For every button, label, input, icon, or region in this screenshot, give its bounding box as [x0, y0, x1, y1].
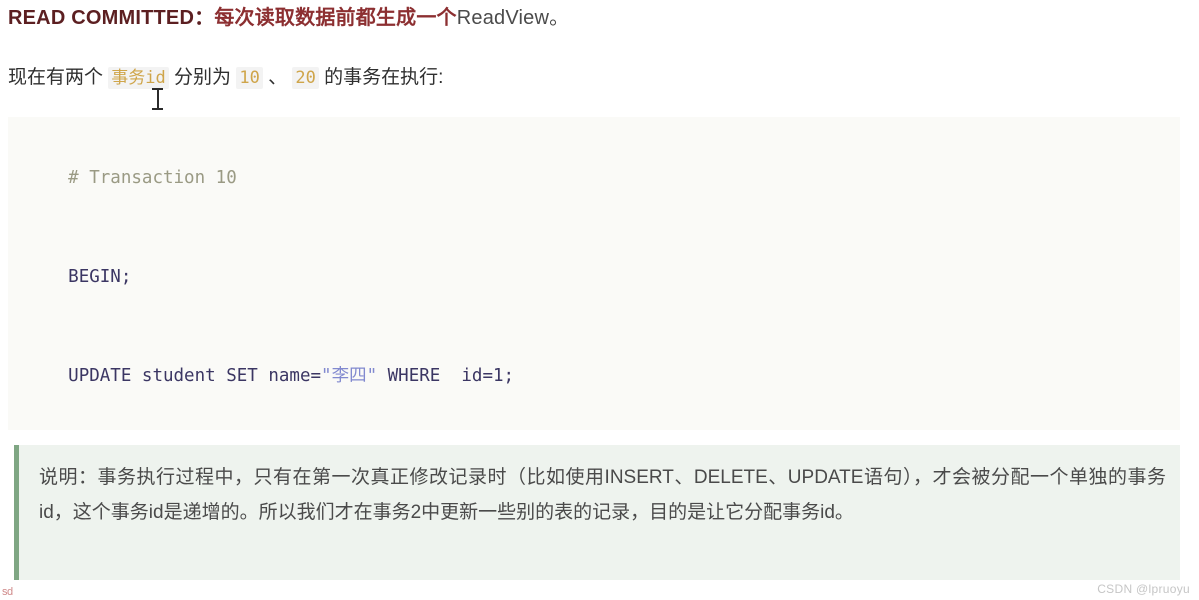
page-title-colon: ： — [194, 7, 215, 29]
inline-code-ten: 10 — [236, 67, 263, 89]
code-string-literal: "李四" — [321, 366, 378, 386]
intro-text-part3: 、 — [262, 67, 293, 88]
inline-code-twenty: 20 — [292, 67, 319, 89]
code-line: UPDATE student SET name="李四" WHERE id=1; — [26, 327, 1180, 426]
intro-text-part1: 现在有两个 — [8, 67, 109, 88]
code-line: BEGIN; — [26, 228, 1180, 327]
page-title-isolation-level: READ COMMITTED — [8, 7, 195, 29]
page-title-emphasis: 每次读取数据前都生成一个 — [214, 7, 457, 29]
corner-tag: sd — [2, 586, 13, 598]
intro-paragraph: 现在有两个 事务id 分别为 10 、 20 的事务在执行: — [8, 63, 443, 93]
code-line: # Transaction 10 — [26, 129, 1180, 228]
page-title: READ COMMITTED：每次读取数据前都生成一个ReadView。 — [8, 4, 569, 32]
intro-text-part4: 的事务在执行: — [318, 67, 444, 88]
note-text: 说明：事务执行过程中，只有在第一次真正修改记录时（比如使用INSERT、DELE… — [39, 467, 1166, 523]
inline-code-transaction-id: 事务id — [108, 67, 169, 89]
code-line: UPDATE student SET name="王五" WHERE id=1; — [26, 426, 1180, 430]
intro-text-part2: 分别为 — [168, 67, 237, 88]
code-block[interactable]: # Transaction 10 BEGIN; UPDATE student S… — [8, 117, 1180, 430]
code-comment: # Transaction 10 — [68, 168, 237, 188]
note-callout: 说明：事务执行过程中，只有在第一次真正修改记录时（比如使用INSERT、DELE… — [14, 445, 1180, 580]
code-sql-prefix: UPDATE student SET name= — [68, 366, 322, 386]
watermark: CSDN @lpruoyu — [1097, 582, 1190, 596]
code-sql-suffix: WHERE id=1; — [377, 366, 515, 386]
page-title-tail: ReadView。 — [456, 7, 570, 29]
code-sql: BEGIN; — [68, 267, 132, 287]
